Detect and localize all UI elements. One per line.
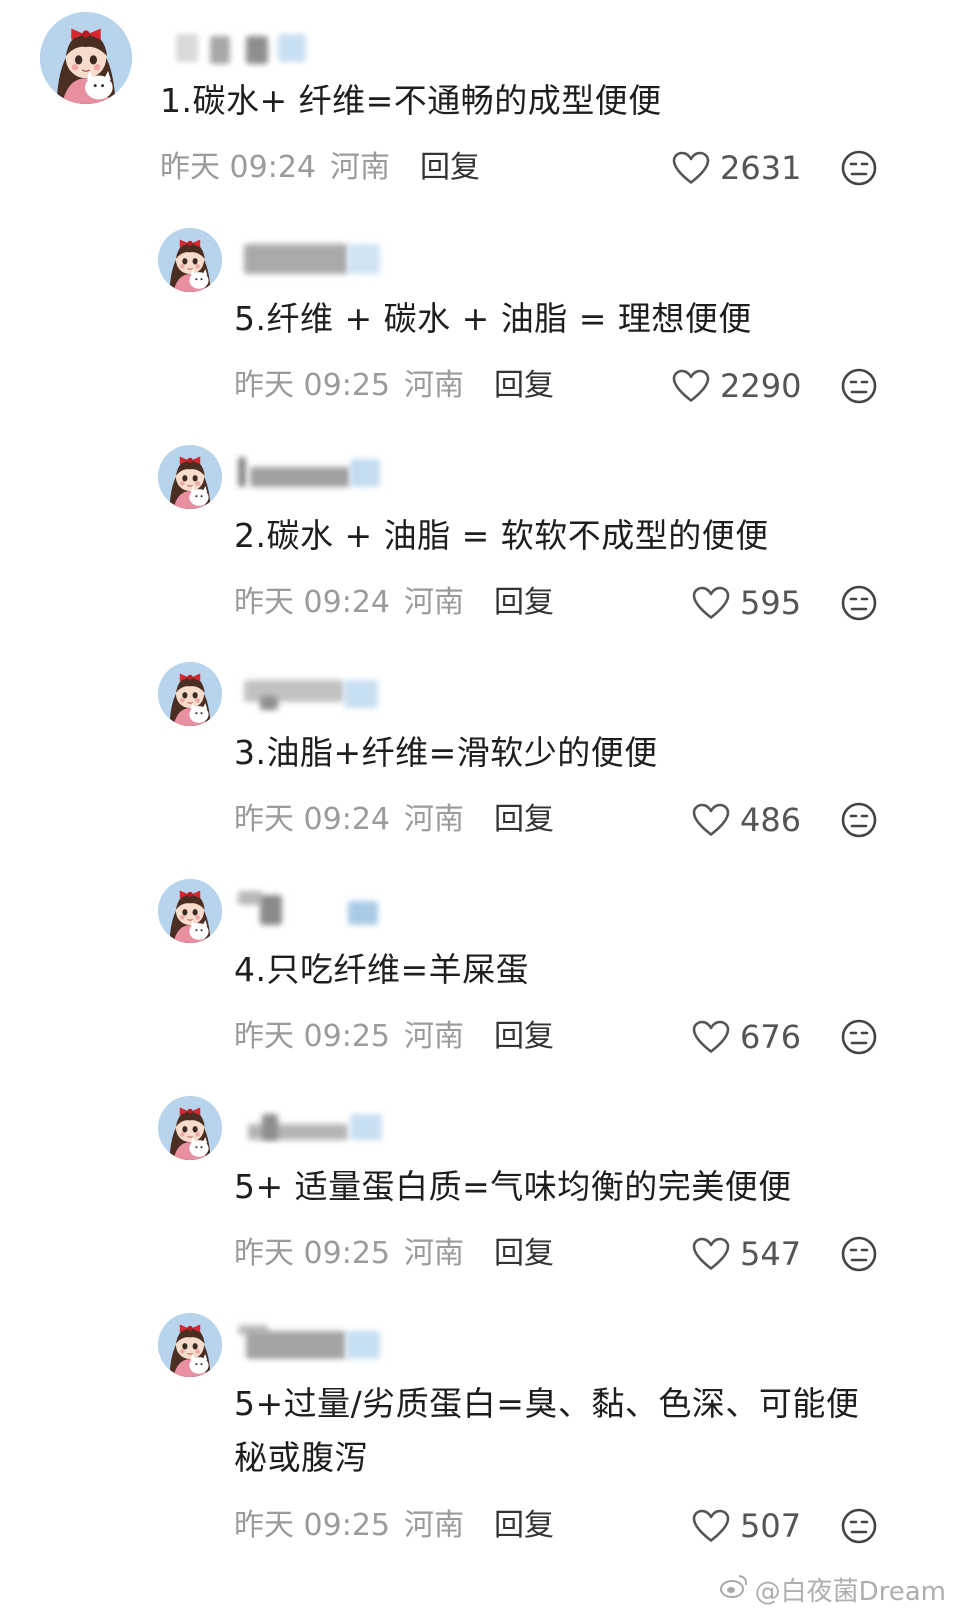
username-blurred[interactable] bbox=[172, 32, 322, 66]
comment-meta: 昨天 09:24 河南 回复 bbox=[160, 146, 480, 190]
comment-date: 昨天 09:24 bbox=[234, 585, 390, 620]
comment-text: 1.碳水+ 纤维=不通畅的成型便便 bbox=[160, 81, 662, 120]
reply-button[interactable]: 回复 bbox=[494, 581, 554, 625]
dislike-button[interactable] bbox=[840, 367, 878, 405]
neutral-face-icon bbox=[841, 368, 877, 404]
dislike-button[interactable] bbox=[840, 149, 878, 187]
reply-button[interactable]: 回复 bbox=[494, 364, 554, 408]
username-blurred[interactable] bbox=[238, 453, 408, 487]
comment-region: 河南 bbox=[330, 150, 390, 185]
avatar[interactable] bbox=[158, 445, 222, 509]
avatar[interactable] bbox=[158, 228, 222, 292]
like-count: 2290 bbox=[720, 367, 802, 405]
neutral-face-icon bbox=[841, 1236, 877, 1272]
comment-region: 河南 bbox=[404, 1236, 464, 1271]
like-button[interactable]: 2290 bbox=[672, 364, 801, 408]
heart-icon bbox=[672, 151, 710, 184]
weibo-logo-icon bbox=[719, 1573, 749, 1606]
dislike-button[interactable] bbox=[840, 801, 878, 839]
username-blurred[interactable] bbox=[238, 887, 408, 925]
like-button[interactable]: 2631 bbox=[672, 146, 801, 190]
like-count: 2631 bbox=[720, 149, 802, 187]
reply-button[interactable]: 回复 bbox=[420, 146, 480, 190]
like-count: 507 bbox=[740, 1507, 802, 1545]
comment-date: 昨天 09:25 bbox=[234, 368, 390, 403]
watermark: @白夜菌Dream bbox=[719, 1571, 946, 1608]
comment-text: 5+ 适量蛋白质=气味均衡的完美便便 bbox=[234, 1167, 792, 1206]
neutral-face-icon bbox=[841, 585, 877, 621]
watermark-text: @白夜菌Dream bbox=[754, 1577, 946, 1607]
avatar[interactable] bbox=[158, 662, 222, 726]
comment-date: 昨天 09:25 bbox=[234, 1508, 390, 1543]
comment-text: 2.碳水 + 油脂 = 软软不成型的便便 bbox=[234, 516, 769, 555]
like-button[interactable]: 595 bbox=[692, 581, 801, 625]
comment-meta: 昨天 09:24 河南 回复 bbox=[234, 581, 554, 625]
like-count: 486 bbox=[740, 801, 802, 839]
like-button[interactable]: 507 bbox=[692, 1504, 801, 1548]
neutral-face-icon bbox=[841, 1019, 877, 1055]
comment-region: 河南 bbox=[404, 1019, 464, 1054]
reply-button[interactable]: 回复 bbox=[494, 1504, 554, 1548]
comment-text: 4.只吃纤维=羊屎蛋 bbox=[234, 950, 530, 989]
comment-region: 河南 bbox=[404, 1508, 464, 1543]
heart-icon bbox=[692, 803, 730, 836]
reply-button[interactable]: 回复 bbox=[494, 1232, 554, 1276]
comment-meta: 昨天 09:25 河南 回复 bbox=[234, 1232, 554, 1276]
comment-region: 河南 bbox=[404, 585, 464, 620]
dislike-button[interactable] bbox=[840, 1018, 878, 1056]
comment-date: 昨天 09:24 bbox=[160, 150, 316, 185]
comment-region: 河南 bbox=[404, 368, 464, 403]
dislike-button[interactable] bbox=[840, 584, 878, 622]
comment-meta: 昨天 09:25 河南 回复 bbox=[234, 1504, 554, 1548]
neutral-face-icon bbox=[841, 150, 877, 186]
like-count: 676 bbox=[740, 1018, 802, 1056]
like-count: 595 bbox=[740, 584, 802, 622]
avatar[interactable] bbox=[40, 12, 132, 104]
like-button[interactable]: 486 bbox=[692, 798, 801, 842]
dislike-button[interactable] bbox=[840, 1507, 878, 1545]
neutral-face-icon bbox=[841, 1508, 877, 1544]
heart-icon bbox=[692, 1020, 730, 1053]
reply-button[interactable]: 回复 bbox=[494, 1015, 554, 1059]
avatar[interactable] bbox=[158, 1096, 222, 1160]
heart-icon bbox=[692, 1237, 730, 1270]
like-button[interactable]: 676 bbox=[692, 1015, 801, 1059]
comment-date: 昨天 09:24 bbox=[234, 802, 390, 837]
avatar[interactable] bbox=[158, 879, 222, 943]
avatar[interactable] bbox=[158, 1313, 222, 1377]
comment-region: 河南 bbox=[404, 802, 464, 837]
username-blurred[interactable] bbox=[238, 672, 398, 710]
comment-text: 5+过量/劣质蛋白=臭、黏、色深、可能便 秘或腹泻 bbox=[234, 1384, 860, 1477]
username-blurred[interactable] bbox=[238, 1321, 408, 1359]
comment-date: 昨天 09:25 bbox=[234, 1236, 390, 1271]
comment-meta: 昨天 09:25 河南 回复 bbox=[234, 1015, 554, 1059]
username-blurred[interactable] bbox=[238, 238, 398, 274]
reply-button[interactable]: 回复 bbox=[494, 798, 554, 842]
comment-text: 5.纤维 + 碳水 + 油脂 = 理想便便 bbox=[234, 299, 752, 338]
username-blurred[interactable] bbox=[238, 1108, 408, 1142]
comment-meta: 昨天 09:24 河南 回复 bbox=[234, 798, 554, 842]
dislike-button[interactable] bbox=[840, 1235, 878, 1273]
like-button[interactable]: 547 bbox=[692, 1232, 801, 1276]
comment-text: 3.油脂+纤维=滑软少的便便 bbox=[234, 733, 658, 772]
heart-icon bbox=[692, 586, 730, 619]
heart-icon bbox=[692, 1509, 730, 1542]
like-count: 547 bbox=[740, 1235, 802, 1273]
neutral-face-icon bbox=[841, 802, 877, 838]
comment-meta: 昨天 09:25 河南 回复 bbox=[234, 364, 554, 408]
heart-icon bbox=[672, 369, 710, 402]
comment-date: 昨天 09:25 bbox=[234, 1019, 390, 1054]
